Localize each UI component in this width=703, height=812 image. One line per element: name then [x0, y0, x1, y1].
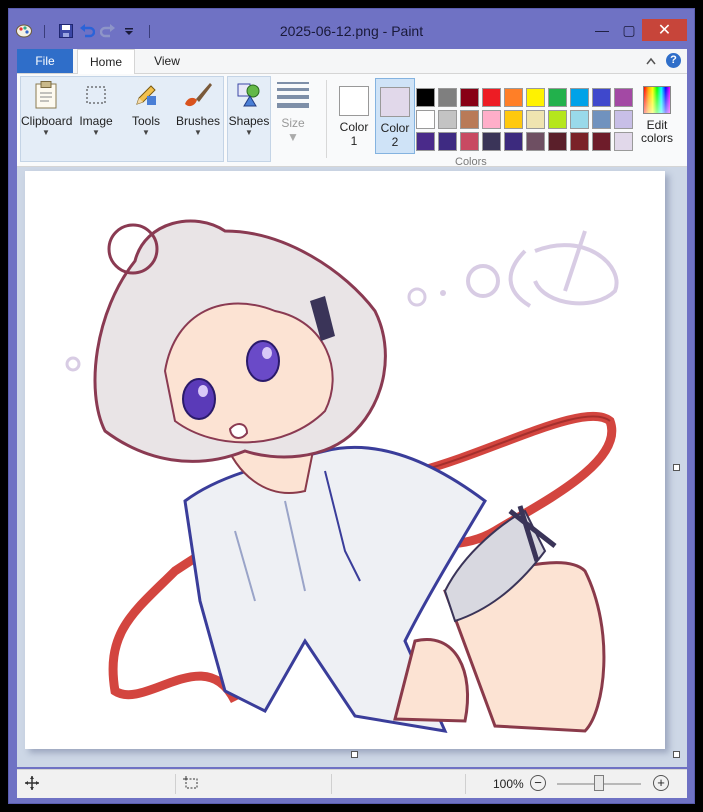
chevron-down-icon: ▼ [92, 128, 100, 137]
palette-swatch-16[interactable] [526, 110, 545, 129]
tab-home[interactable]: Home [77, 49, 135, 75]
divider [175, 774, 176, 794]
canvas-workspace [17, 167, 687, 767]
color2-label-line1: Color [380, 121, 410, 135]
palette-swatch-23[interactable] [460, 132, 479, 151]
line-width-icon [277, 82, 309, 108]
minimize-button[interactable]: — [589, 19, 615, 41]
palette-swatch-14[interactable] [482, 110, 501, 129]
palette-swatch-21[interactable] [416, 132, 435, 151]
paint-window: 2025-06-12.png - Paint — ▢ ✕ File Home V… [8, 8, 695, 804]
color1-label-line1: Color [339, 120, 369, 134]
title-bar: 2025-06-12.png - Paint — ▢ ✕ [9, 9, 694, 49]
color2-swatch [380, 87, 410, 117]
chevron-down-icon: ▼ [287, 130, 299, 144]
ribbon-tabs: File Home View ? [17, 49, 687, 75]
close-button[interactable]: ✕ [642, 19, 687, 41]
palette-swatch-3[interactable] [460, 88, 479, 107]
image-button[interactable]: Image ▼ [71, 74, 121, 160]
edit-colors-label-line2: colors [640, 131, 673, 145]
color-palette [416, 88, 633, 151]
color1-button[interactable]: Color 1 [334, 78, 374, 154]
color1-label-line2: 1 [350, 134, 358, 148]
chevron-down-icon: ▼ [142, 128, 150, 137]
palette-swatch-5[interactable] [504, 88, 523, 107]
select-icon [81, 80, 111, 110]
ribbon-controls: ? [646, 53, 681, 68]
tab-view[interactable]: View [139, 49, 195, 73]
palette-swatch-24[interactable] [482, 132, 501, 151]
palette-swatch-9[interactable] [592, 88, 611, 107]
zoom-level: 100% [493, 777, 524, 791]
cursor-position-icon [25, 776, 39, 793]
color2-label-line2: 2 [391, 135, 399, 149]
palette-swatch-17[interactable] [548, 110, 567, 129]
maximize-button[interactable]: ▢ [616, 19, 642, 41]
resize-handle-corner[interactable] [673, 751, 680, 758]
zoom-in-button[interactable]: + [653, 775, 669, 791]
clipboard-button[interactable]: Clipboard ▼ [21, 74, 73, 160]
palette-swatch-7[interactable] [548, 88, 567, 107]
chevron-down-icon: ▼ [245, 128, 253, 137]
clipboard-icon [31, 80, 61, 110]
palette-swatch-1[interactable] [416, 88, 435, 107]
brushes-button[interactable]: Brushes ▼ [173, 74, 223, 160]
resize-handle-right[interactable] [673, 464, 680, 471]
palette-swatch-22[interactable] [438, 132, 457, 151]
size-label: Size [281, 116, 305, 130]
palette-swatch-28[interactable] [570, 132, 589, 151]
palette-swatch-25[interactable] [504, 132, 523, 151]
brushes-label: Brushes [175, 114, 221, 128]
rainbow-icon [643, 86, 671, 114]
tab-file[interactable]: File [17, 49, 73, 73]
resize-handle-bottom[interactable] [351, 751, 358, 758]
brush-icon [183, 80, 213, 110]
edit-colors-button[interactable]: Edit colors [633, 80, 681, 145]
palette-swatch-29[interactable] [592, 132, 611, 151]
palette-swatch-15[interactable] [504, 110, 523, 129]
chevron-up-icon[interactable] [646, 54, 656, 68]
palette-swatch-27[interactable] [548, 132, 567, 151]
palette-swatch-18[interactable] [570, 110, 589, 129]
divider [331, 774, 332, 794]
palette-swatch-26[interactable] [526, 132, 545, 151]
divider [326, 80, 327, 158]
palette-swatch-10[interactable] [614, 88, 633, 107]
drawing-canvas[interactable] [25, 171, 665, 749]
color2-button[interactable]: Color 2 [375, 78, 415, 154]
status-bar: 100% − + [17, 769, 687, 798]
palette-swatch-19[interactable] [592, 110, 611, 129]
shapes-icon [234, 80, 264, 110]
palette-swatch-12[interactable] [438, 110, 457, 129]
palette-swatch-30[interactable] [614, 132, 633, 151]
divider [465, 774, 466, 794]
help-icon[interactable]: ? [666, 53, 681, 68]
shapes-button[interactable]: Shapes ▼ [224, 74, 274, 160]
chevron-down-icon: ▼ [194, 128, 202, 137]
palette-swatch-2[interactable] [438, 88, 457, 107]
palette-swatch-6[interactable] [526, 88, 545, 107]
image-label: Image [79, 114, 113, 128]
shapes-label: Shapes [228, 114, 270, 128]
zoom-out-button[interactable]: − [530, 775, 546, 791]
canvas-artwork [65, 219, 619, 733]
clipboard-label: Clipboard [21, 114, 73, 128]
palette-swatch-20[interactable] [614, 110, 633, 129]
palette-swatch-13[interactable] [460, 110, 479, 129]
ribbon-home: Clipboard ▼ Image ▼ Tools ▼ Brushes ▼ Sh… [17, 74, 687, 168]
selection-size-icon [183, 776, 199, 793]
palette-swatch-8[interactable] [570, 88, 589, 107]
color1-swatch [339, 86, 369, 116]
tools-label: Tools [131, 114, 160, 128]
tools-button[interactable]: Tools ▼ [121, 74, 171, 160]
palette-swatch-11[interactable] [416, 110, 435, 129]
palette-swatch-4[interactable] [482, 88, 501, 107]
chevron-down-icon: ▼ [42, 128, 50, 137]
zoom-slider-thumb[interactable] [594, 775, 604, 791]
size-button[interactable]: Size ▼ [275, 78, 311, 144]
pencil-icon [131, 80, 161, 110]
